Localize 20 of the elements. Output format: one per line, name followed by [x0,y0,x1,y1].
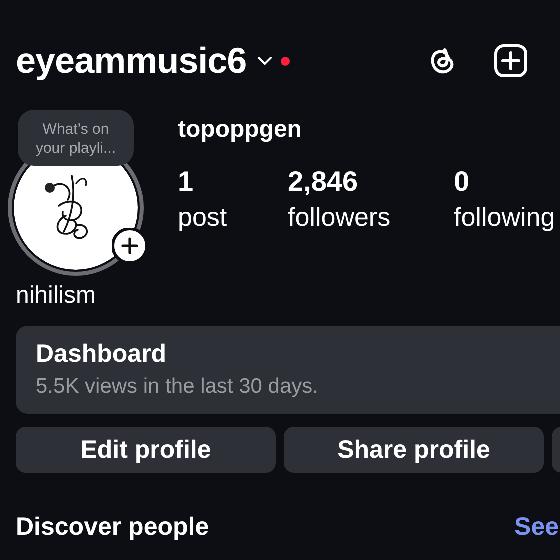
dashboard-subtitle: 5.5K views in the last 30 days. [36,375,320,399]
section-title: Discover people [16,513,210,542]
stat-label: post [178,201,228,234]
bio-text: nihilism [16,282,98,310]
stat-count: 2,846 [288,165,360,199]
stat-label: followers [288,201,392,234]
see-all-link[interactable]: See [514,513,559,542]
stat-label: following [454,201,556,234]
dashboard-card[interactable]: Dashboard 5.5K views in the last 30 days. [16,326,560,414]
new-post-icon[interactable] [494,44,528,78]
profile-button[interactable]: Edit profile [16,427,276,473]
stat-count: 0 [454,165,471,199]
account-name[interactable]: eyeammusic6 [16,40,247,82]
chevron-down-icon[interactable] [256,56,273,66]
profile-button[interactable]: Share profile [284,427,544,473]
note-bubble[interactable]: What’s on your playli... [18,110,134,166]
display-name: topoppgen [178,116,303,144]
add-story-icon[interactable] [112,228,148,264]
dashboard-title: Dashboard [36,340,168,369]
stat-count: 1 [178,165,195,199]
